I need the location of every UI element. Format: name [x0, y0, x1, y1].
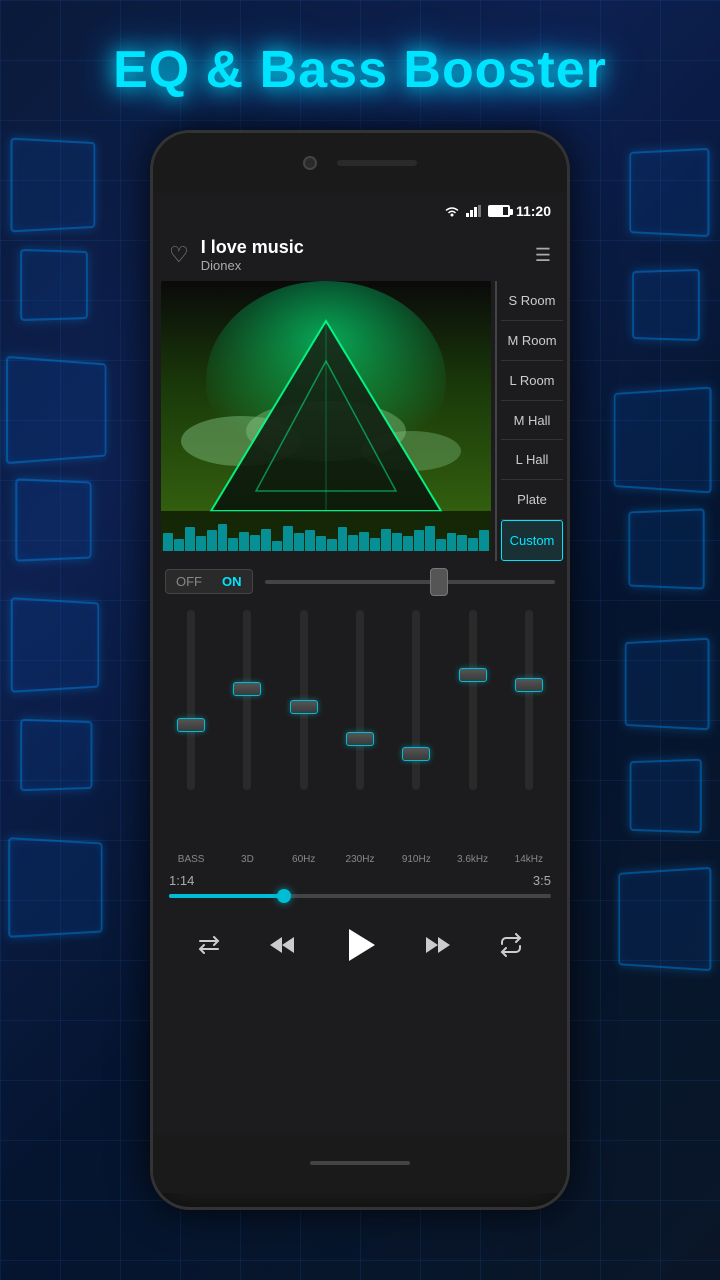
front-camera — [303, 156, 317, 170]
progress-track[interactable] — [169, 894, 551, 898]
battery-icon — [488, 205, 510, 217]
master-slider-thumb[interactable] — [430, 568, 448, 596]
eq-sliders-container — [165, 610, 555, 830]
preset-l-room[interactable]: L Room — [501, 361, 563, 401]
phone-frame: 11:20 ♡ I love music Dionex ☰ — [150, 130, 570, 1210]
preset-s-room[interactable]: S Room — [501, 281, 563, 321]
rewind-button[interactable] — [260, 923, 304, 967]
preset-l-hall[interactable]: L Hall — [501, 440, 563, 480]
progress-times: 1:14 3:5 — [169, 873, 551, 888]
play-icon — [349, 929, 375, 961]
eq-handle-3d[interactable] — [233, 682, 261, 696]
preset-list: S Room M Room L Room M Hall L Hall Plate… — [495, 281, 567, 561]
eq-handle-3-6khz[interactable] — [459, 668, 487, 682]
phone-bottom-bezel — [153, 1133, 567, 1193]
song-title: I love music — [201, 237, 523, 258]
content-row: S Room M Room L Room M Hall L Hall Plate… — [153, 281, 567, 561]
preset-plate[interactable]: Plate — [501, 480, 563, 520]
preset-m-hall[interactable]: M Hall — [501, 401, 563, 441]
status-bar: 11:20 — [153, 193, 567, 229]
eq-track-910hz[interactable] — [412, 610, 420, 790]
progress-thumb[interactable] — [277, 889, 291, 903]
current-time: 1:14 — [169, 873, 194, 888]
eq-channel-910hz — [390, 610, 442, 830]
album-art-image — [161, 281, 491, 551]
toggle-on-label: ON — [212, 570, 252, 593]
toggle-row: OFF ON — [153, 561, 567, 602]
album-art — [161, 281, 491, 551]
forward-icon — [425, 933, 451, 957]
eq-handle-230hz[interactable] — [346, 732, 374, 746]
total-time: 3:5 — [533, 873, 551, 888]
song-details: I love music Dionex — [189, 237, 535, 273]
song-artist: Dionex — [201, 258, 523, 273]
phone-top-bezel — [153, 133, 567, 193]
eq-handle-14khz[interactable] — [515, 678, 543, 692]
eq-channel-60hz — [278, 610, 330, 830]
progress-section: 1:14 3:5 — [153, 865, 567, 906]
signal-icon — [466, 205, 482, 217]
progress-fill — [169, 894, 284, 898]
earpiece-speaker — [337, 160, 417, 166]
favorite-icon[interactable]: ♡ — [169, 242, 189, 268]
eq-channel-14khz — [503, 610, 555, 830]
shuffle-button[interactable] — [187, 923, 231, 967]
forward-button[interactable] — [416, 923, 460, 967]
play-button[interactable] — [333, 918, 387, 972]
eq-track-60hz[interactable] — [300, 610, 308, 790]
repeat-icon — [499, 933, 523, 957]
eq-section — [153, 602, 567, 862]
eq-track-3-6khz[interactable] — [469, 610, 477, 790]
playback-controls — [153, 906, 567, 984]
home-indicator[interactable] — [310, 1161, 410, 1165]
preset-custom[interactable]: Custom — [501, 520, 563, 561]
shuffle-icon — [197, 933, 221, 957]
status-icons: 11:20 — [444, 203, 551, 219]
eq-channel-bass — [165, 610, 217, 830]
eq-track-3d[interactable] — [243, 610, 251, 790]
wifi-icon — [444, 205, 460, 217]
eq-track-230hz[interactable] — [356, 610, 364, 790]
eq-channel-3d — [221, 610, 273, 830]
eq-channel-3-6khz — [446, 610, 498, 830]
eq-track-14khz[interactable] — [525, 610, 533, 790]
eq-handle-910hz[interactable] — [402, 747, 430, 761]
master-slider[interactable] — [265, 580, 556, 584]
eq-channel-230hz — [334, 610, 386, 830]
status-time: 11:20 — [516, 203, 551, 219]
app-title: EQ & Bass Booster — [0, 40, 720, 100]
toggle-off-label: OFF — [166, 570, 212, 593]
rewind-icon — [269, 933, 295, 957]
eq-handle-60hz[interactable] — [290, 700, 318, 714]
phone-screen: 11:20 ♡ I love music Dionex ☰ — [153, 193, 567, 1133]
repeat-button[interactable] — [489, 923, 533, 967]
preset-m-room[interactable]: M Room — [501, 321, 563, 361]
menu-icon[interactable]: ☰ — [535, 245, 551, 266]
eq-handle-bass[interactable] — [177, 718, 205, 732]
song-info-row: ♡ I love music Dionex ☰ — [153, 229, 567, 281]
eq-toggle[interactable]: OFF ON — [165, 569, 253, 594]
eq-track-bass[interactable] — [187, 610, 195, 790]
waveform — [161, 521, 491, 551]
